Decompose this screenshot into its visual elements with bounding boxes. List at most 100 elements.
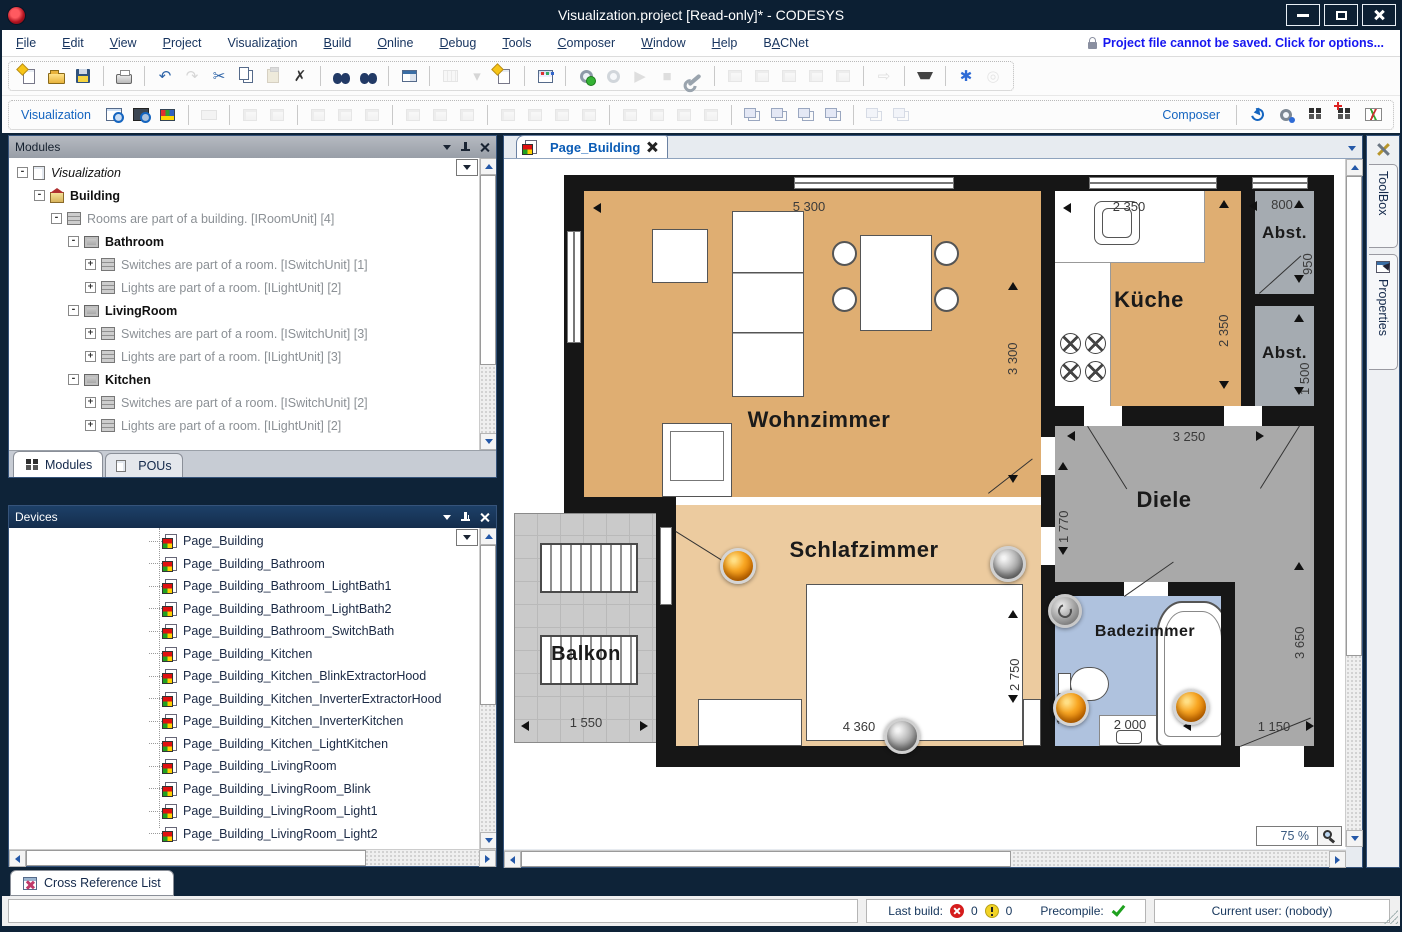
collapse-icon[interactable]: - xyxy=(17,167,28,178)
tree-item-switches[interactable]: +Switches are part of a room. [ISwitchUn… xyxy=(13,391,496,414)
expand-icon[interactable]: + xyxy=(85,259,96,270)
switch-schlafzimmer-door[interactable] xyxy=(990,546,1026,582)
device-item[interactable]: Page_Building_Bathroom_LightBath2 xyxy=(9,598,496,621)
close-icon[interactable] xyxy=(480,142,490,152)
tree-item-bathroom[interactable]: -Bathroom xyxy=(13,230,496,253)
collapse-icon[interactable]: - xyxy=(68,236,79,247)
expand-icon[interactable]: + xyxy=(85,397,96,408)
scroll-left-icon[interactable] xyxy=(9,850,26,867)
switch-schlafzimmer-bottom[interactable] xyxy=(884,718,920,754)
send-backward-icon[interactable] xyxy=(794,103,818,127)
device-item[interactable]: Page_Building_Kitchen xyxy=(9,643,496,666)
tree-item-lights[interactable]: +Lights are part of a room. [ILightUnit]… xyxy=(13,276,496,299)
collapse-icon[interactable]: - xyxy=(68,374,79,385)
pin-icon[interactable] xyxy=(461,142,470,153)
composer-generate-icon[interactable] xyxy=(1274,103,1298,127)
copy-icon[interactable] xyxy=(234,64,258,88)
canvas-hscrollbar[interactable] xyxy=(504,850,1346,867)
menu-file[interactable]: File xyxy=(16,36,36,50)
scroll-down-icon[interactable] xyxy=(480,832,496,849)
device-item[interactable]: Page_Building_Kitchen_InverterExtractorH… xyxy=(9,688,496,711)
pin-icon[interactable] xyxy=(461,512,470,523)
expand-icon[interactable]: + xyxy=(85,328,96,339)
online-config-wrench-icon[interactable] xyxy=(682,64,706,88)
resize-grip[interactable] xyxy=(1384,910,1398,924)
tree-item-building[interactable]: -Building xyxy=(13,184,496,207)
replace-icon[interactable] xyxy=(356,64,380,88)
minimize-button[interactable] xyxy=(1286,4,1320,26)
readonly-warning[interactable]: Project file cannot be saved. Click for … xyxy=(1088,36,1384,50)
login-icon[interactable] xyxy=(574,64,598,88)
device-item[interactable]: Page_Building_Bathroom_LightBath1 xyxy=(9,575,496,598)
bring-forward-icon[interactable] xyxy=(767,103,791,127)
devices-panel-header[interactable]: Devices xyxy=(9,506,496,528)
tab-modules[interactable]: Modules xyxy=(13,451,103,477)
device-item[interactable]: Page_Building_LivingRoom_Light1 xyxy=(9,800,496,823)
tree-item-rooms[interactable]: -Rooms are part of a building. [IRoomUni… xyxy=(13,207,496,230)
tree-filter-dropdown[interactable] xyxy=(456,159,478,176)
devices-vscrollbar[interactable] xyxy=(479,528,496,849)
device-item[interactable]: Page_Building_Kitchen_InverterKitchen xyxy=(9,710,496,733)
composer-update-icon[interactable] xyxy=(1245,103,1269,127)
menu-bacnet[interactable]: BACNet xyxy=(763,36,808,50)
tab-page-building[interactable]: Page_Building xyxy=(516,135,668,158)
menu-composer[interactable]: Composer xyxy=(558,36,616,50)
zoom-value[interactable]: 75 % xyxy=(1256,826,1318,846)
delete-icon[interactable]: ✗ xyxy=(288,64,312,88)
menu-help[interactable]: Help xyxy=(712,36,738,50)
menu-debug[interactable]: Debug xyxy=(439,36,476,50)
new-file-icon[interactable] xyxy=(17,64,41,88)
scroll-left-icon[interactable] xyxy=(504,851,521,868)
close-icon[interactable] xyxy=(480,512,490,522)
menu-edit[interactable]: Edit xyxy=(62,36,84,50)
tree-filter-dropdown[interactable] xyxy=(456,529,478,546)
device-item[interactable]: Page_Building_Kitchen_BlinkExtractorHood xyxy=(9,665,496,688)
modules-panel-header[interactable]: Modules xyxy=(9,136,496,158)
scroll-down-icon[interactable] xyxy=(1346,830,1363,847)
tab-cross-reference-list[interactable]: Cross Reference List xyxy=(10,870,174,896)
tree-item-livingroom[interactable]: -LivingRoom xyxy=(13,299,496,322)
tab-list-dropdown-icon[interactable] xyxy=(1348,146,1356,155)
device-item[interactable]: Page_Building xyxy=(9,530,496,553)
menu-view[interactable]: View xyxy=(110,36,137,50)
zoom-tool-button[interactable] xyxy=(1318,826,1342,846)
save-icon[interactable] xyxy=(71,64,95,88)
collapse-icon[interactable]: - xyxy=(51,213,62,224)
scroll-thumb[interactable] xyxy=(1346,176,1362,656)
undo-icon[interactable]: ↶ xyxy=(153,64,177,88)
hotkey-configuration-icon[interactable] xyxy=(129,103,153,127)
expand-icon[interactable]: + xyxy=(85,420,96,431)
tree-item-kitchen[interactable]: -Kitchen xyxy=(13,368,496,391)
print-icon[interactable] xyxy=(112,64,136,88)
menu-window[interactable]: Window xyxy=(641,36,685,50)
send-to-back-icon[interactable] xyxy=(821,103,845,127)
scroll-thumb[interactable] xyxy=(26,850,366,866)
menu-tools[interactable]: Tools xyxy=(502,36,531,50)
close-button[interactable] xyxy=(1362,4,1396,26)
bring-to-front-icon[interactable] xyxy=(740,103,764,127)
lamp-badezimmer-left[interactable] xyxy=(1053,690,1089,726)
interface-editor-icon[interactable] xyxy=(102,103,126,127)
composer-settings-icon[interactable]: ✱ xyxy=(954,64,978,88)
menu-online[interactable]: Online xyxy=(377,36,413,50)
module-repository-icon[interactable] xyxy=(1303,103,1327,127)
menu-project[interactable]: Project xyxy=(163,36,202,50)
device-item[interactable]: Page_Building_Bathroom xyxy=(9,553,496,576)
library-manager-icon[interactable] xyxy=(397,64,421,88)
close-tab-icon[interactable] xyxy=(647,142,657,152)
maximize-button[interactable] xyxy=(1324,4,1358,26)
tab-toolbox[interactable]: ToolBox xyxy=(1369,164,1398,248)
device-repository-cart-icon[interactable] xyxy=(913,64,937,88)
scroll-thumb[interactable] xyxy=(480,175,496,365)
lamp-schlafzimmer[interactable] xyxy=(720,548,756,584)
device-item[interactable]: Page_Building_Bathroom_SwitchBath xyxy=(9,620,496,643)
scroll-right-icon[interactable] xyxy=(1329,851,1346,868)
modules-vscrollbar[interactable] xyxy=(479,158,496,450)
scroll-up-icon[interactable] xyxy=(480,158,496,175)
tree-item-lights[interactable]: +Lights are part of a room. [ILightUnit]… xyxy=(13,414,496,437)
dimmer-badezimmer[interactable] xyxy=(1048,594,1082,628)
tree-item-visualization[interactable]: -Visualization xyxy=(13,161,496,184)
expand-icon[interactable]: + xyxy=(85,282,96,293)
visualization-canvas[interactable]: Wohnzimmer Küche Abst. Abst. Diele Schla… xyxy=(504,159,1346,849)
lamp-badezimmer-right[interactable] xyxy=(1173,689,1209,725)
